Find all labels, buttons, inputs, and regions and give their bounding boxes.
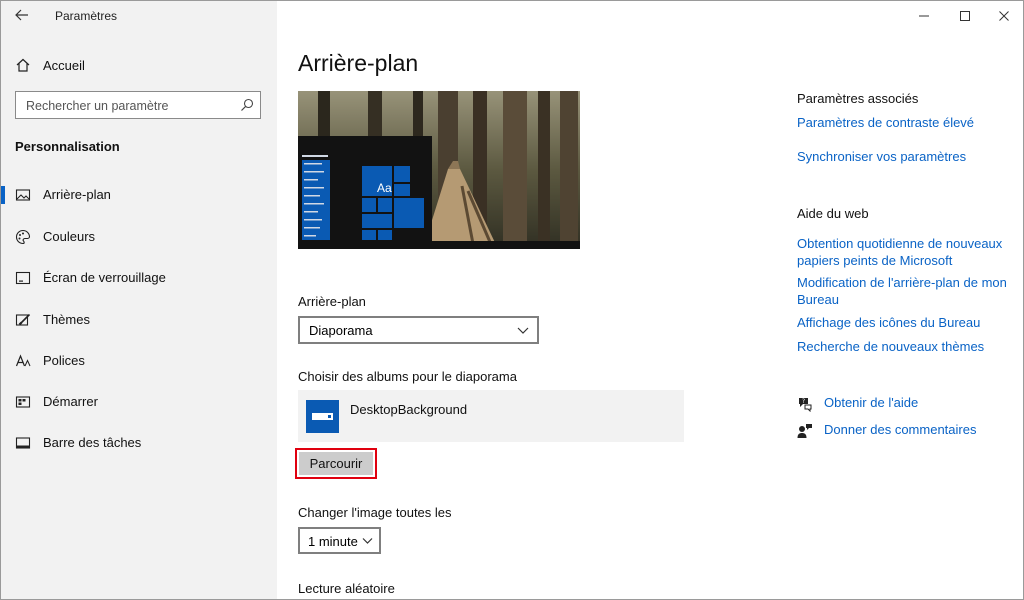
preview-tile-text: Aa [377, 181, 392, 195]
sidebar-item-label: Thèmes [43, 312, 90, 327]
desktop-icons-link[interactable]: Affichage des icônes du Bureau [797, 314, 1009, 331]
taskbar-icon [15, 437, 31, 449]
forest-wallpaper-image [298, 91, 580, 249]
feedback-label: Donner des commentaires [824, 422, 977, 437]
chevron-down-icon [517, 327, 529, 334]
sidebar-item-colors[interactable]: Couleurs [1, 219, 277, 255]
sidebar: Paramètres Accueil Personnalisation Arri… [1, 1, 277, 599]
sidebar-item-label: Couleurs [43, 229, 96, 244]
related-settings-title: Paramètres associés [797, 91, 919, 106]
close-icon [999, 11, 1009, 21]
interval-dropdown-value: 1 minute [308, 534, 358, 549]
shuffle-label: Lecture aléatoire [298, 581, 395, 596]
album-item[interactable]: DesktopBackground [298, 390, 684, 442]
sidebar-item-label: Barre des tâches [43, 435, 142, 450]
browse-highlight: Parcourir [295, 448, 377, 479]
minimize-button[interactable] [907, 1, 941, 31]
minimize-icon [919, 15, 929, 17]
picture-icon [15, 189, 31, 201]
album-thumbnail [306, 400, 339, 433]
close-button[interactable] [987, 1, 1021, 31]
sidebar-item-themes[interactable]: Thèmes [1, 302, 277, 338]
background-label: Arrière-plan [298, 294, 366, 309]
background-dropdown-value: Diaporama [309, 323, 373, 338]
sidebar-item-label: Polices [43, 353, 85, 368]
drive-icon [312, 413, 333, 420]
sidebar-item-start[interactable]: Démarrer [1, 384, 277, 420]
settings-window: Paramètres Accueil Personnalisation Arri… [0, 0, 1024, 600]
browse-button[interactable]: Parcourir [299, 452, 373, 475]
album-name: DesktopBackground [350, 402, 468, 417]
sidebar-item-lock-screen[interactable]: Écran de verrouillage [1, 260, 277, 296]
albums-label: Choisir des albums pour le diaporama [298, 369, 517, 384]
back-button[interactable] [11, 7, 33, 27]
contrast-settings-link[interactable]: Paramètres de contraste élevé [797, 114, 1009, 131]
page-title: Arrière-plan [298, 50, 419, 76]
sidebar-item-fonts[interactable]: Polices [1, 343, 277, 379]
change-background-link[interactable]: Modification de l'arrière-plan de mon Bu… [797, 274, 1009, 308]
sidebar-item-background[interactable]: Arrière-plan [1, 177, 277, 213]
search-input[interactable] [24, 96, 228, 116]
web-help-title: Aide du web [797, 206, 869, 221]
back-arrow-icon [15, 9, 28, 21]
svg-text:?: ? [802, 398, 805, 405]
home-icon [16, 58, 30, 72]
background-dropdown[interactable]: Diaporama [298, 316, 539, 344]
home-link[interactable]: Accueil [15, 55, 85, 75]
interval-dropdown[interactable]: 1 minute [298, 527, 381, 554]
chevron-down-icon [362, 538, 373, 544]
palette-icon [15, 229, 31, 245]
new-themes-link[interactable]: Recherche de nouveaux thèmes [797, 338, 1009, 355]
home-label: Accueil [43, 57, 85, 73]
search-box[interactable] [15, 91, 261, 119]
font-icon [15, 354, 31, 367]
get-help-label: Obtenir de l'aide [824, 395, 919, 410]
maximize-icon [960, 11, 970, 21]
start-icon [15, 396, 31, 408]
help-chat-icon: ? [799, 398, 812, 412]
search-icon[interactable] [240, 98, 254, 112]
daily-wallpapers-link[interactable]: Obtention quotidienne de nouveaux papier… [797, 235, 1009, 269]
app-title: Paramètres [55, 9, 118, 23]
sidebar-item-label: Démarrer [43, 394, 98, 409]
section-title: Personnalisation [15, 139, 120, 154]
lock-screen-icon [15, 271, 31, 285]
maximize-button[interactable] [948, 1, 982, 31]
sidebar-item-label: Écran de verrouillage [43, 270, 166, 285]
title-bar: Paramètres [1, 1, 277, 33]
background-preview: Aa [298, 91, 580, 249]
feedback-person-icon [797, 424, 812, 438]
interval-label: Changer l'image toutes les [298, 505, 452, 520]
sidebar-item-label: Arrière-plan [43, 187, 111, 202]
brush-icon [15, 313, 31, 326]
sidebar-item-taskbar[interactable]: Barre des tâches [1, 425, 277, 461]
sync-settings-link[interactable]: Synchroniser vos paramètres [797, 148, 1009, 165]
